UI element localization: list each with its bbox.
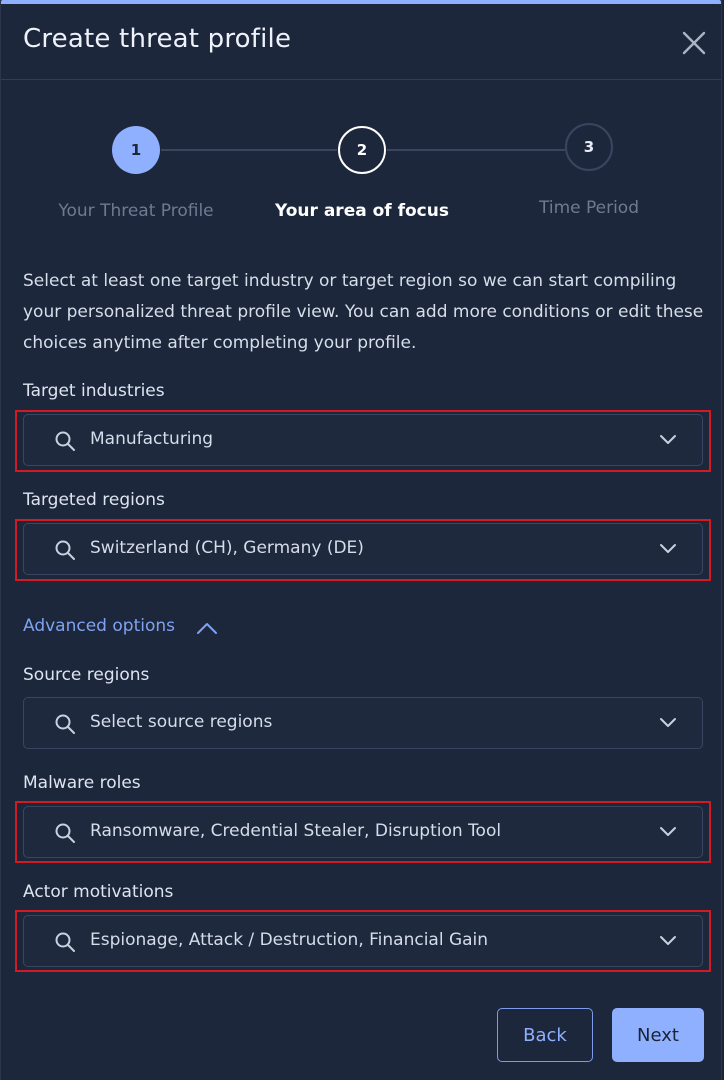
targeted-regions-label: Targeted regions bbox=[23, 490, 165, 510]
step-1-label: Your Threat Profile bbox=[58, 201, 214, 221]
source-regions-label: Source regions bbox=[23, 665, 150, 685]
target-industries-value: Manufacturing bbox=[90, 429, 214, 449]
malware-roles-value: Ransomware, Credential Stealer, Disrupti… bbox=[90, 821, 502, 841]
step-2-label: Your area of focus bbox=[275, 201, 449, 221]
search-icon bbox=[55, 540, 75, 560]
malware-roles-label: Malware roles bbox=[23, 773, 141, 793]
source-regions-placeholder: Select source regions bbox=[90, 712, 273, 732]
chevron-down-icon[interactable] bbox=[658, 542, 678, 556]
step-1-number: 1 bbox=[130, 141, 142, 159]
search-icon bbox=[55, 932, 75, 952]
close-icon[interactable] bbox=[679, 28, 709, 58]
malware-roles-select[interactable]: Ransomware, Credential Stealer, Disrupti… bbox=[23, 806, 703, 858]
instructions-text: Select at least one target industry or t… bbox=[23, 271, 704, 353]
advanced-options-toggle[interactable]: Advanced options bbox=[23, 616, 175, 636]
targeted-regions-value: Switzerland (CH), Germany (DE) bbox=[90, 538, 364, 558]
search-icon bbox=[55, 431, 75, 451]
chevron-up-icon[interactable] bbox=[195, 620, 219, 636]
step-connector-1 bbox=[161, 149, 337, 151]
step-connector-2 bbox=[387, 149, 565, 151]
progress-stepper: 1 2 3 Your Threat Profile Your area of f… bbox=[1, 100, 721, 230]
chevron-down-icon[interactable] bbox=[658, 716, 678, 730]
create-threat-profile-dialog: Create threat profile 1 2 3 Your Threat … bbox=[0, 0, 722, 1080]
chevron-down-icon[interactable] bbox=[658, 825, 678, 839]
actor-motivations-label: Actor motivations bbox=[23, 882, 174, 902]
actor-motivations-value: Espionage, Attack / Destruction, Financi… bbox=[90, 930, 489, 950]
targeted-regions-select[interactable]: Switzerland (CH), Germany (DE) bbox=[23, 523, 703, 575]
target-industries-label: Target industries bbox=[23, 381, 165, 401]
back-button[interactable]: Back bbox=[497, 1008, 593, 1062]
dialog-title: Create threat profile bbox=[23, 24, 292, 54]
step-1-circle: 1 bbox=[112, 126, 160, 174]
search-icon bbox=[55, 714, 75, 734]
step-3-circle: 3 bbox=[565, 123, 613, 171]
dialog-header: Create threat profile bbox=[1, 4, 721, 80]
step-2-number: 2 bbox=[356, 141, 368, 159]
next-button[interactable]: Next bbox=[612, 1008, 704, 1062]
step-3-number: 3 bbox=[583, 138, 595, 156]
chevron-down-icon[interactable] bbox=[658, 433, 678, 447]
search-icon bbox=[55, 823, 75, 843]
source-regions-select[interactable]: Select source regions bbox=[23, 697, 703, 749]
step-3-label: Time Period bbox=[538, 198, 640, 218]
chevron-down-icon[interactable] bbox=[658, 934, 678, 948]
actor-motivations-select[interactable]: Espionage, Attack / Destruction, Financi… bbox=[23, 915, 703, 967]
step-2-circle: 2 bbox=[338, 126, 386, 174]
target-industries-select[interactable]: Manufacturing bbox=[23, 414, 703, 466]
